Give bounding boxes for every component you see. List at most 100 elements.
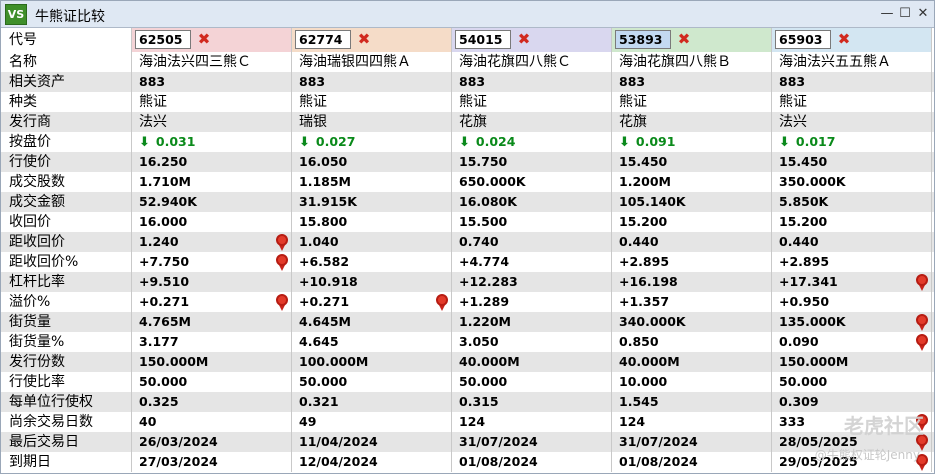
code-input[interactable]: 62505	[135, 30, 191, 49]
title-bar: VS 牛熊证比较 — ☐ ✕	[1, 1, 934, 28]
maximize-icon[interactable]: ☐	[897, 5, 913, 23]
row-label: 街货量%	[1, 332, 132, 352]
table-row: 发行商 法兴 瑞银 花旗 花旗 法兴	[1, 112, 934, 132]
cell-value: 650.000K	[459, 174, 526, 189]
table-cell: 01/08/2024	[612, 452, 772, 472]
remove-column-icon[interactable]: ✖	[516, 31, 532, 47]
down-arrow-icon: ⬇	[619, 135, 630, 150]
cell-value: +0.950	[779, 294, 830, 309]
table-row: 最后交易日 26/03/2024 11/04/2024 31/07/2024 31/07…	[1, 432, 934, 452]
table-row: 溢价% +0.271 +0.271 +1.289 +1.357 +0.950	[1, 292, 934, 312]
table-cell: 4.765M	[132, 312, 292, 332]
cell-value: 4.765M	[139, 314, 191, 329]
table-cell: 5.850K	[772, 192, 932, 212]
code-header-cell: 53893 ✖	[612, 28, 772, 52]
window-title: 牛熊证比较	[35, 9, 105, 25]
table-cell: 1.185M	[292, 172, 452, 192]
cell-value: 0.440	[779, 234, 819, 249]
cell-value: 熊证	[299, 94, 327, 110]
cell-value: 150.000M	[779, 354, 849, 369]
cell-value: 3.050	[459, 334, 499, 349]
table-cell: ⬇ 0.091	[612, 132, 772, 152]
table-cell: 4.645	[292, 332, 452, 352]
cell-value: 4.645	[299, 334, 339, 349]
table-cell: 熊证	[612, 92, 772, 112]
cell-value: +9.510	[139, 274, 190, 289]
row-label: 距收回价	[1, 232, 132, 252]
table-cell: +9.510	[132, 272, 292, 292]
cell-value: +0.271	[139, 294, 190, 309]
cell-value: +1.289	[459, 294, 510, 309]
table-cell: 法兴	[772, 112, 932, 132]
cell-value: 124	[619, 414, 646, 429]
cell-value: 0.309	[779, 394, 819, 409]
cell-value: 15.750	[459, 154, 508, 169]
cell-value: 40	[139, 414, 157, 429]
table-cell: 花旗	[452, 112, 612, 132]
table-cell: 883	[132, 72, 292, 92]
table-cell: 40.000M	[612, 352, 772, 372]
cell-value: 883	[779, 74, 806, 89]
table-cell: ⬇ 0.027	[292, 132, 452, 152]
cell-value: 熊证	[459, 94, 487, 110]
code-input[interactable]: 54015	[455, 30, 511, 49]
cell-value: 15.200	[779, 214, 828, 229]
table-cell: 0.309	[772, 392, 932, 412]
cell-value: 50.000	[779, 374, 828, 389]
table-row: 名称 海油法兴四三熊Ｃ 海油瑞银四四熊Ａ 海油花旗四八熊Ｃ 海油花旗四八熊Ｂ 海油法兴五五…	[1, 52, 934, 72]
cell-value: +0.271	[299, 294, 350, 309]
table-cell: 52.940K	[132, 192, 292, 212]
table-cell: 15.800	[292, 212, 452, 232]
remove-column-icon[interactable]: ✖	[196, 31, 212, 47]
table-cell: 花旗	[612, 112, 772, 132]
cell-value: 3.177	[139, 334, 179, 349]
cell-value: +2.895	[619, 254, 670, 269]
cell-value: 31.915K	[299, 194, 357, 209]
minimize-icon[interactable]: —	[879, 5, 895, 23]
medal-icon	[275, 234, 289, 251]
cell-value: 124	[459, 414, 486, 429]
cell-value: 0.740	[459, 234, 499, 249]
table-cell: 50.000	[132, 372, 292, 392]
medal-icon	[275, 294, 289, 311]
table-cell: 40	[132, 412, 292, 432]
cell-value: 花旗	[619, 114, 647, 130]
table-cell: +6.582	[292, 252, 452, 272]
cell-value: 花旗	[459, 114, 487, 130]
table-row: 按盘价 ⬇ 0.031 ⬇ 0.027 ⬇ 0.024 ⬇ 0.091 ⬇ 0.017	[1, 132, 934, 152]
cell-value: 1.710M	[139, 174, 191, 189]
remove-column-icon[interactable]: ✖	[836, 31, 852, 47]
table-cell: 1.040	[292, 232, 452, 252]
code-row: 代号 62505 ✖ 62774 ✖ 54015 ✖ 53893 ✖ 65903 ✖	[1, 28, 934, 52]
cell-value: 50.000	[459, 374, 508, 389]
table-cell: 海油法兴五五熊Ａ	[772, 52, 932, 72]
code-input[interactable]: 65903	[775, 30, 831, 49]
cell-value: 1.185M	[299, 174, 351, 189]
app-logo-icon: VS	[5, 4, 27, 25]
code-header-cell: 62505 ✖	[132, 28, 292, 52]
cell-value: 16.050	[299, 154, 348, 169]
table-cell: +17.341	[772, 272, 932, 292]
table-cell: 熊证	[772, 92, 932, 112]
cell-value: 1.200M	[619, 174, 671, 189]
code-input[interactable]: 53893	[615, 30, 671, 49]
row-label: 街货量	[1, 312, 132, 332]
remove-column-icon[interactable]: ✖	[676, 31, 692, 47]
close-icon[interactable]: ✕	[915, 5, 931, 23]
table-cell: 40.000M	[452, 352, 612, 372]
cell-value: +4.774	[459, 254, 510, 269]
cell-value: 5.850K	[779, 194, 829, 209]
table-cell: 0.325	[132, 392, 292, 412]
cell-value: 40.000M	[619, 354, 680, 369]
code-label: 代号	[1, 28, 132, 52]
cell-value: 883	[459, 74, 486, 89]
row-label: 距收回价%	[1, 252, 132, 272]
cell-value: 52.940K	[139, 194, 197, 209]
table-cell: 海油瑞银四四熊Ａ	[292, 52, 452, 72]
remove-column-icon[interactable]: ✖	[356, 31, 372, 47]
table-cell: 15.200	[772, 212, 932, 232]
cell-value: 40.000M	[459, 354, 520, 369]
cell-value: 340.000K	[619, 314, 686, 329]
row-label: 名称	[1, 52, 132, 72]
code-input[interactable]: 62774	[295, 30, 351, 49]
